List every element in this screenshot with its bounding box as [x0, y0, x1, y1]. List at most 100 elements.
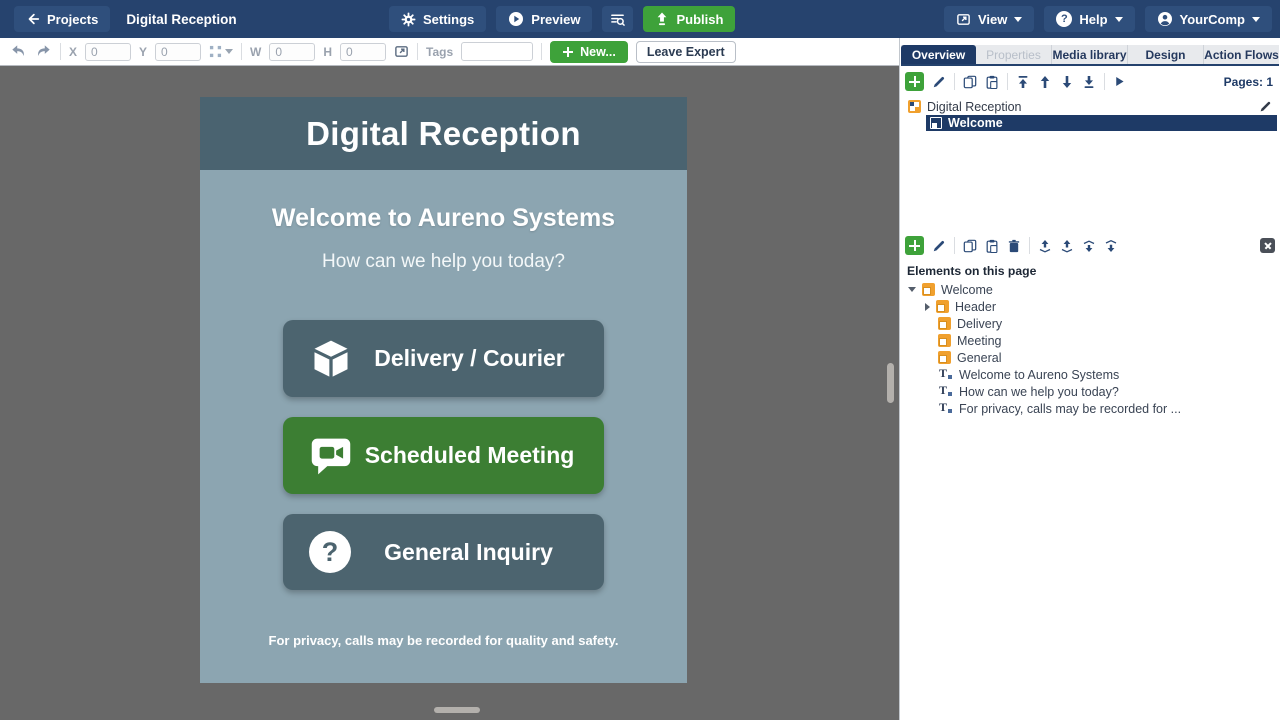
tree-item-delivery-group[interactable]: Delivery — [902, 315, 1278, 332]
view-menu-button[interactable]: View — [944, 6, 1034, 32]
toolbar-divider — [1104, 73, 1105, 90]
horizontal-scrollbar-thumb[interactable] — [434, 707, 480, 713]
tree-item-welcome-group[interactable]: Welcome — [902, 281, 1278, 298]
kiosk-welcome-subtitle[interactable]: How can we help you today? — [200, 251, 687, 273]
bring-to-front-button[interactable] — [1038, 239, 1052, 253]
toolbar-divider — [417, 43, 418, 60]
copy-element-button[interactable] — [963, 239, 977, 253]
tab-action-flows[interactable]: Action Flows — [1204, 45, 1279, 64]
toolbar-divider — [541, 43, 542, 60]
tab-overview[interactable]: Overview — [901, 45, 976, 64]
tags-input[interactable] — [461, 42, 533, 61]
w-field-label: W — [250, 45, 261, 59]
account-menu-button[interactable]: YourComp — [1145, 6, 1272, 32]
project-title: Digital Reception — [126, 12, 236, 27]
preview-button[interactable]: Preview — [496, 6, 592, 32]
tree-item-meeting-group[interactable]: Meeting — [902, 332, 1278, 349]
group-icon — [936, 300, 949, 313]
width-input[interactable] — [269, 43, 315, 61]
publish-button[interactable]: Publish — [643, 6, 735, 32]
kiosk-general-button[interactable]: General Inquiry — [283, 514, 604, 590]
edit-pencil-icon — [932, 75, 946, 89]
play-page-button[interactable] — [1113, 75, 1126, 88]
topbar-right-group: View Help YourComp — [944, 6, 1272, 32]
question-circle-icon — [309, 531, 351, 573]
kiosk-delivery-label: Delivery / Courier — [353, 345, 604, 372]
fit-screen-icon — [394, 44, 409, 59]
canvas-toolbar: X Y W H Tags New... Leave Expert — [0, 38, 899, 66]
new-element-button[interactable]: New... — [550, 41, 628, 63]
tab-media-library[interactable]: Media library — [1052, 45, 1128, 64]
fit-screen-button[interactable] — [394, 44, 409, 59]
send-to-back-button[interactable] — [1060, 239, 1074, 253]
leave-expert-button[interactable]: Leave Expert — [636, 41, 736, 63]
paste-page-button[interactable] — [985, 75, 999, 89]
pages-toolbar: Pages: 1 — [905, 69, 1275, 94]
toolbar-divider — [954, 73, 955, 90]
undo-button[interactable] — [10, 44, 27, 59]
undo-icon — [10, 44, 27, 59]
elements-toolbar — [905, 233, 1275, 258]
tree-item-privacy-text[interactable]: For privacy, calls may be recorded for .… — [902, 400, 1278, 417]
anchor-position-button[interactable] — [209, 45, 233, 58]
copy-page-button[interactable] — [963, 75, 977, 89]
settings-button[interactable]: Settings — [389, 6, 486, 32]
tree-item-project[interactable]: Digital Reception — [902, 98, 1278, 115]
kiosk-footer-note[interactable]: For privacy, calls may be recorded for q… — [200, 633, 687, 648]
gear-icon — [401, 12, 416, 27]
move-page-top-button[interactable] — [1016, 75, 1030, 89]
x-field-label: X — [69, 45, 77, 59]
tree-item-welcome-text[interactable]: Welcome to Aureno Systems — [902, 366, 1278, 383]
help-menu-button[interactable]: Help — [1044, 6, 1134, 32]
y-input[interactable] — [155, 43, 201, 61]
add-element-button[interactable] — [905, 236, 924, 255]
tree-item-general-group[interactable]: General — [902, 349, 1278, 366]
exclude-icon[interactable] — [1260, 238, 1275, 253]
tab-properties[interactable]: Properties — [976, 45, 1052, 64]
paste-element-button[interactable] — [985, 239, 999, 253]
back-to-projects-button[interactable]: Projects — [14, 6, 110, 32]
add-page-button[interactable] — [905, 72, 924, 91]
x-input[interactable] — [85, 43, 131, 61]
edit-page-button[interactable] — [932, 75, 946, 89]
publish-button-label: Publish — [676, 12, 723, 27]
edit-element-button[interactable] — [932, 239, 946, 253]
rename-project-button[interactable] — [1259, 100, 1272, 113]
expander-down-icon[interactable] — [908, 287, 916, 292]
height-input[interactable] — [340, 43, 386, 61]
toolbar-divider — [241, 43, 242, 60]
tree-item-label: Meeting — [957, 334, 1001, 348]
kiosk-meeting-button[interactable]: Scheduled Meeting — [283, 417, 604, 494]
redo-button[interactable] — [35, 44, 52, 59]
tab-design[interactable]: Design — [1128, 45, 1204, 64]
move-page-down-button[interactable] — [1060, 75, 1074, 89]
account-menu-label: YourComp — [1180, 12, 1245, 27]
paste-icon — [985, 239, 999, 253]
tree-item-page-welcome[interactable]: Welcome — [926, 115, 1277, 131]
user-circle-icon — [1157, 11, 1173, 27]
help-circle-icon — [1056, 11, 1072, 27]
group-icon — [938, 317, 951, 330]
tree-item-help-text[interactable]: How can we help you today? — [902, 383, 1278, 400]
kiosk-header-element[interactable]: Digital Reception — [200, 97, 687, 170]
kiosk-delivery-button[interactable]: Delivery / Courier — [283, 320, 604, 397]
pages-tree: Digital Reception Welcome — [902, 98, 1278, 131]
cube-icon — [309, 337, 353, 381]
kiosk-welcome-title[interactable]: Welcome to Aureno Systems — [200, 204, 687, 233]
play-circle-icon — [508, 11, 524, 27]
expander-right-icon[interactable] — [925, 303, 930, 311]
bring-forward-button[interactable] — [1082, 239, 1096, 253]
send-backward-button[interactable] — [1104, 239, 1118, 253]
vertical-scrollbar-thumb[interactable] — [887, 363, 894, 403]
kiosk-page-body: Welcome to Aureno Systems How can we hel… — [200, 170, 687, 683]
move-page-bottom-button[interactable] — [1082, 75, 1096, 89]
sidebar-tabs: Overview Properties Media library Design… — [901, 45, 1279, 66]
delete-element-button[interactable] — [1007, 239, 1021, 253]
design-canvas[interactable]: Digital Reception Welcome to Aureno Syst… — [0, 66, 899, 720]
tree-item-header-group[interactable]: Header — [902, 298, 1278, 315]
move-page-up-button[interactable] — [1038, 75, 1052, 89]
publish-arrow-icon — [655, 12, 669, 26]
bring-to-front-icon — [1038, 239, 1052, 253]
search-list-button[interactable] — [602, 6, 633, 32]
copy-icon — [963, 75, 977, 89]
